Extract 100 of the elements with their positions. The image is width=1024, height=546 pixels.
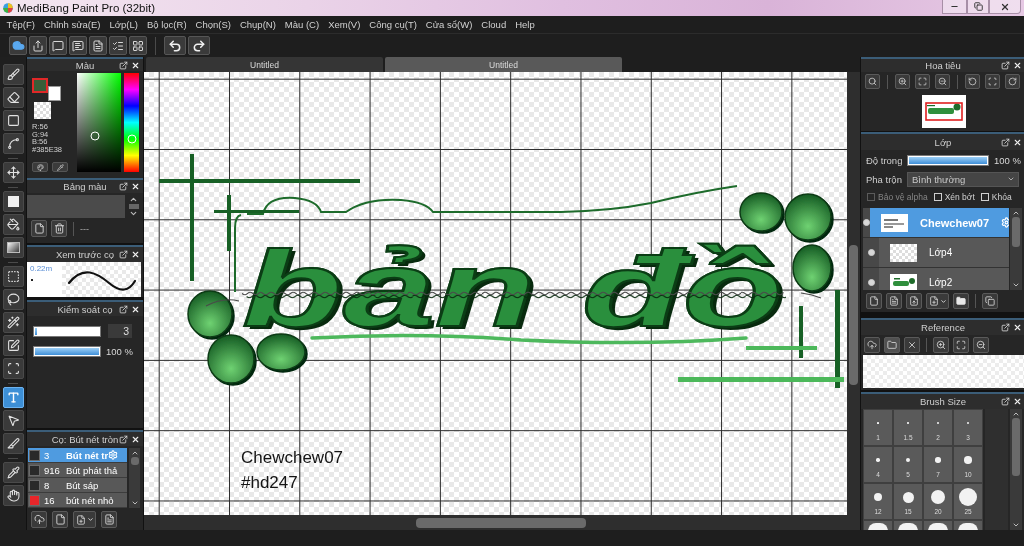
undock-icon[interactable] (119, 434, 128, 444)
toolbar-button[interactable] (9, 36, 27, 55)
scrollbar-thumb[interactable] (1012, 418, 1020, 476)
picker-ring-icon[interactable] (90, 131, 100, 140)
visibility-toggle[interactable] (863, 268, 879, 290)
scrollbar-thumb[interactable] (128, 204, 139, 209)
frame-view-button[interactable] (985, 74, 1000, 89)
tool-button[interactable] (2, 133, 24, 154)
scroll-down-icon[interactable] (129, 209, 138, 218)
scroll-up-icon[interactable] (130, 449, 139, 457)
upload-button[interactable] (31, 511, 47, 528)
close-icon[interactable] (1013, 397, 1022, 406)
tool-button[interactable] (2, 87, 24, 108)
visibility-toggle[interactable] (863, 238, 879, 267)
new-layer-button[interactable] (866, 293, 882, 309)
tool-button[interactable] (2, 214, 24, 235)
toolbar-button[interactable] (49, 36, 67, 55)
menu-item[interactable]: Lớp(L) (105, 16, 143, 33)
close-icon[interactable] (1013, 137, 1022, 147)
new-palette-button[interactable] (31, 220, 47, 237)
menu-item[interactable]: Tệp(F) (2, 16, 40, 33)
scrollbar-thumb[interactable] (849, 245, 858, 385)
fit-button[interactable] (915, 74, 930, 89)
layer-row[interactable]: Lớp4 (879, 238, 1009, 267)
scrollbar-thumb[interactable] (1012, 217, 1020, 247)
tool-button[interactable] (2, 162, 24, 183)
zoom-in-button[interactable] (895, 74, 910, 89)
transparent-swatch-icon[interactable] (34, 102, 51, 119)
undock-icon[interactable] (119, 182, 128, 191)
close-icon[interactable] (131, 60, 140, 70)
tool-button[interactable] (2, 358, 24, 379)
zoom-out-button[interactable] (973, 337, 989, 353)
undo-button[interactable] (164, 36, 186, 55)
toolbar-button[interactable] (109, 36, 127, 55)
menu-item[interactable]: Bộ lọc(R) (142, 16, 192, 33)
toolbar-button[interactable] (69, 36, 87, 55)
blend-mode-dropdown[interactable]: Bình thường (907, 171, 1019, 187)
toolbar-button[interactable] (89, 36, 107, 55)
tool-button[interactable] (2, 64, 24, 85)
tool-button[interactable] (2, 110, 24, 131)
vertical-scrollbar[interactable] (1010, 409, 1022, 530)
undock-icon[interactable] (1001, 137, 1010, 147)
tool-button[interactable] (2, 433, 24, 454)
add-layer-button[interactable] (926, 293, 949, 309)
tool-button[interactable] (2, 462, 24, 483)
close-icon[interactable] (131, 304, 140, 314)
fit-button[interactable] (953, 337, 969, 353)
brush-list-item[interactable]: 916 Bút phát thả (28, 463, 127, 478)
close-button[interactable] (989, 0, 1021, 14)
settings-icon[interactable] (1001, 217, 1009, 228)
hue-slider[interactable] (124, 73, 139, 172)
scroll-up-icon[interactable] (1012, 209, 1020, 217)
color-swatch-icon[interactable] (32, 78, 48, 93)
tool-button[interactable] (2, 387, 24, 408)
tool-button[interactable] (2, 312, 24, 333)
close-icon[interactable] (1013, 323, 1022, 332)
toolbar-button[interactable] (29, 36, 47, 55)
new-layer-button[interactable] (886, 293, 902, 309)
menu-item[interactable]: Help (510, 16, 540, 33)
menu-item[interactable]: Chỉnh sửa(E) (39, 16, 106, 33)
layer-row[interactable]: Lớp2 (879, 268, 1009, 290)
checkbox[interactable] (933, 193, 942, 201)
menu-item[interactable]: Màu (C) (280, 16, 324, 33)
undock-icon[interactable] (1001, 61, 1010, 70)
rotate-left-button[interactable] (965, 74, 980, 89)
menu-item[interactable]: Xem(V) (323, 16, 365, 33)
open-button[interactable] (884, 337, 900, 353)
vertical-scrollbar[interactable] (129, 448, 140, 508)
new-brush-button[interactable] (52, 511, 68, 528)
scrollbar-thumb[interactable] (416, 517, 586, 528)
saturation-value-field[interactable] (77, 73, 121, 172)
close-icon[interactable] (131, 182, 140, 191)
undock-icon[interactable] (1001, 323, 1010, 332)
tool-button[interactable] (2, 289, 24, 310)
vertical-scrollbar[interactable] (1010, 208, 1022, 290)
close-icon[interactable] (131, 250, 140, 259)
color-swatch-icon[interactable] (48, 86, 61, 101)
scroll-down-icon[interactable] (1012, 281, 1020, 289)
close-icon[interactable] (1013, 61, 1022, 70)
menu-item[interactable]: Công cụ(T) (364, 16, 422, 33)
cloud-button[interactable] (864, 337, 880, 353)
brush-list-item[interactable]: 8 Bút sáp (28, 478, 127, 493)
zoom-out-button[interactable] (935, 74, 950, 89)
pick-color-button[interactable] (52, 162, 68, 172)
tool-button[interactable] (2, 335, 24, 356)
palette-button[interactable] (32, 162, 48, 172)
scroll-up-icon[interactable] (129, 195, 138, 204)
scrollbar-thumb[interactable] (130, 457, 139, 465)
tool-button[interactable] (2, 237, 24, 258)
tool-button[interactable] (2, 266, 24, 287)
redo-button[interactable] (188, 36, 210, 55)
duplicate-button[interactable] (982, 293, 998, 309)
zoom-reset-button[interactable] (865, 74, 880, 89)
settings-icon[interactable] (108, 450, 119, 460)
remove-button[interactable] (904, 337, 920, 353)
tool-button[interactable] (2, 485, 24, 506)
rotate-right-button[interactable] (1005, 74, 1020, 89)
document-tab[interactable]: Untitled (385, 57, 622, 72)
add-brush-button[interactable] (73, 511, 96, 528)
undock-icon[interactable] (119, 304, 128, 314)
